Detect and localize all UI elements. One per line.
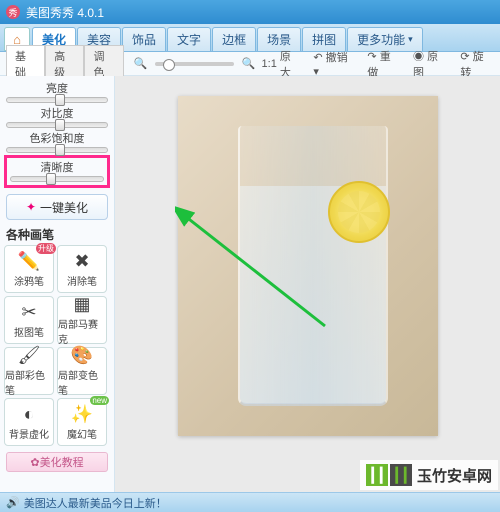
slider-sharpness: 清晰度 xyxy=(8,159,106,182)
undo-button[interactable]: ↶ 撤销 ▾ xyxy=(313,49,355,78)
saturation-track[interactable] xyxy=(6,147,108,153)
brush-localcolor[interactable]: 🖌局部彩色笔 xyxy=(4,347,54,395)
brush-doodle[interactable]: 升级✏️涂鸦笔 xyxy=(4,245,54,293)
wand-icon: ✦ xyxy=(26,200,36,214)
zoom-in-icon[interactable]: 🔍 xyxy=(242,57,256,70)
tab-frame[interactable]: 边框 xyxy=(212,27,256,51)
blur-icon: ◐ xyxy=(24,404,35,425)
watermark: ┃┃ ┃┃ 玉竹安卓网 xyxy=(360,460,498,490)
brush-icon: 🖌 xyxy=(18,345,41,366)
app-logo-icon: 秀 xyxy=(6,5,20,19)
zoom-ratio: 1:1 xyxy=(262,58,277,70)
sparkle-icon: ✨ xyxy=(71,404,93,425)
sharpness-track[interactable] xyxy=(10,176,104,182)
slider-contrast: 对比度 xyxy=(4,105,110,128)
brightness-track[interactable] xyxy=(6,97,108,103)
highlighted-slider: 清晰度 xyxy=(4,155,110,188)
brush-section-title: 各种画笔 xyxy=(6,226,110,243)
watermark-logo2-icon: ┃┃ xyxy=(390,464,412,486)
brush-blur[interactable]: ◐背景虚化 xyxy=(4,398,54,446)
redo-button[interactable]: ↷ 重做 xyxy=(367,48,401,80)
watermark-logo-icon: ┃┃ xyxy=(366,464,388,486)
tab-text[interactable]: 文字 xyxy=(167,27,211,51)
brush-cutout[interactable]: ✂抠图笔 xyxy=(4,296,54,344)
image-preview[interactable] xyxy=(178,96,438,436)
one-click-beautify[interactable]: ✦ 一键美化 xyxy=(6,194,108,220)
canvas-area xyxy=(115,76,500,492)
toolbar: 基础 高级 调色 🔍 🔍 1:1 原大 ↶ 撤销 ▾ ↷ 重做 ◉ 原图 ⟳ 旋… xyxy=(0,52,500,76)
app-title: 美图秀秀 4.0.1 xyxy=(26,4,104,21)
title-bar: 秀 美图秀秀 4.0.1 xyxy=(0,0,500,24)
brush-magic[interactable]: new✨魔幻笔 xyxy=(57,398,107,446)
contrast-track[interactable] xyxy=(6,122,108,128)
palette-icon: 🎨 xyxy=(71,345,93,366)
rotate-button[interactable]: ⟳ 旋转 xyxy=(460,48,494,80)
zoom-slider[interactable] xyxy=(155,62,233,66)
brush-recolor[interactable]: 🎨局部变色笔 xyxy=(57,347,107,395)
status-bar: 🔊 美图达人最新美品今日上新！ xyxy=(0,492,500,512)
tab-ornament[interactable]: 饰品 xyxy=(122,27,166,51)
brush-grid: 升级✏️涂鸦笔 ✖消除笔 ✂抠图笔 ▦局部马赛克 🖌局部彩色笔 🎨局部变色笔 ◐… xyxy=(4,245,110,446)
zoom-label: 原大 xyxy=(280,48,302,80)
erase-icon: ✖ xyxy=(74,251,89,272)
zoom-out-icon[interactable]: 🔍 xyxy=(134,57,148,70)
tutorial-button[interactable]: ✿ 美化教程 xyxy=(6,452,108,472)
status-text: 美图达人最新美品今日上新！ xyxy=(24,495,167,511)
lemon-icon xyxy=(328,181,390,243)
scissors-icon: ✂ xyxy=(21,302,36,323)
pencil-icon: ✏️ xyxy=(18,251,40,272)
tab-collage[interactable]: 拼图 xyxy=(302,27,346,51)
slider-brightness: 亮度 xyxy=(4,80,110,103)
slider-saturation: 色彩饱和度 xyxy=(4,130,110,153)
brush-mosaic[interactable]: ▦局部马赛克 xyxy=(57,296,107,344)
original-button[interactable]: ◉ 原图 xyxy=(413,48,448,80)
mosaic-icon: ▦ xyxy=(73,294,90,315)
sidebar: 亮度 对比度 色彩饱和度 清晰度 ✦ 一键美化 各种画笔 升级✏️涂鸦笔 ✖消除… xyxy=(0,76,115,492)
brush-erase[interactable]: ✖消除笔 xyxy=(57,245,107,293)
speaker-icon: 🔊 xyxy=(6,496,20,509)
